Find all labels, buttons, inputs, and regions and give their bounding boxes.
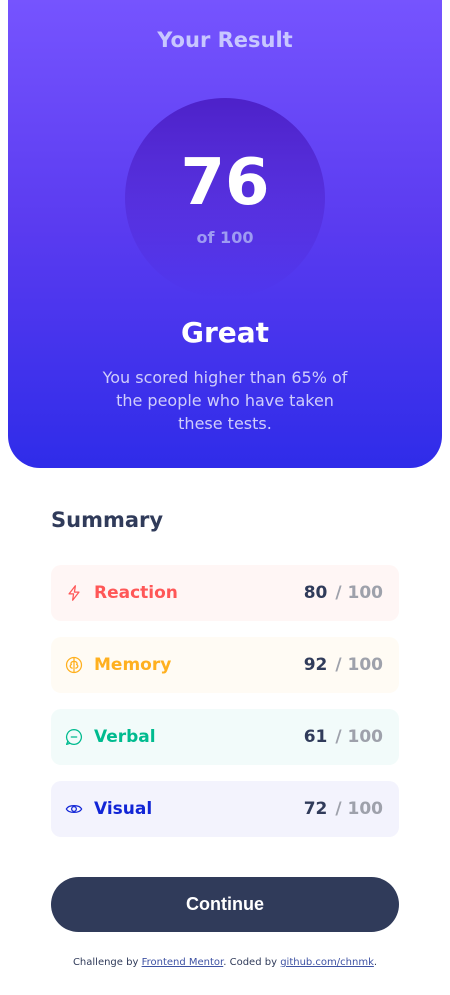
summary-label: Visual	[94, 799, 153, 819]
summary-max: / 100	[335, 799, 383, 819]
attribution-suffix: .	[373, 957, 378, 968]
score-value: 76	[180, 146, 270, 220]
result-title: Your Result	[157, 28, 293, 52]
result-card: Your Result 76 of 100 Great You scored h…	[8, 0, 442, 468]
summary-row-visual: Visual 72 / 100	[51, 781, 399, 837]
summary-label: Memory	[94, 655, 172, 675]
summary-row-memory: Memory 92 / 100	[51, 637, 399, 693]
summary-max: / 100	[335, 727, 383, 747]
github-link[interactable]: github.com/chnmk	[280, 957, 374, 968]
summary-value: 92	[303, 655, 328, 675]
summary-row-verbal: Verbal 61 / 100	[51, 709, 399, 765]
frontend-mentor-link[interactable]: Frontend Mentor	[142, 957, 224, 968]
score-circle: 76 of 100	[125, 98, 325, 298]
summary-title: Summary	[51, 508, 164, 532]
attribution-middle: . Coded by	[223, 957, 277, 968]
summary-list: Reaction 80 / 100 Memory 92 / 100 Verbal…	[51, 565, 399, 853]
attribution: Challenge by Frontend Mentor. Coded by g…	[0, 957, 450, 968]
summary-row-reaction: Reaction 80 / 100	[51, 565, 399, 621]
summary-value: 72	[303, 799, 328, 819]
summary-value: 80	[303, 583, 328, 603]
rating-description: You scored higher than 65% of the people…	[102, 368, 348, 433]
attribution-prefix: Challenge by	[72, 957, 139, 968]
summary-label: Verbal	[94, 727, 156, 747]
eye-icon	[65, 800, 83, 818]
summary-value: 61	[303, 727, 328, 747]
chat-icon	[65, 728, 83, 746]
summary-max: / 100	[335, 583, 383, 603]
brain-icon	[65, 656, 83, 674]
lightning-icon	[65, 584, 83, 602]
score-of-label: of 100	[196, 228, 254, 247]
summary-label: Reaction	[94, 583, 178, 603]
continue-button[interactable]: Continue	[51, 877, 399, 932]
summary-max: / 100	[335, 655, 383, 675]
rating-title: Great	[180, 316, 270, 349]
